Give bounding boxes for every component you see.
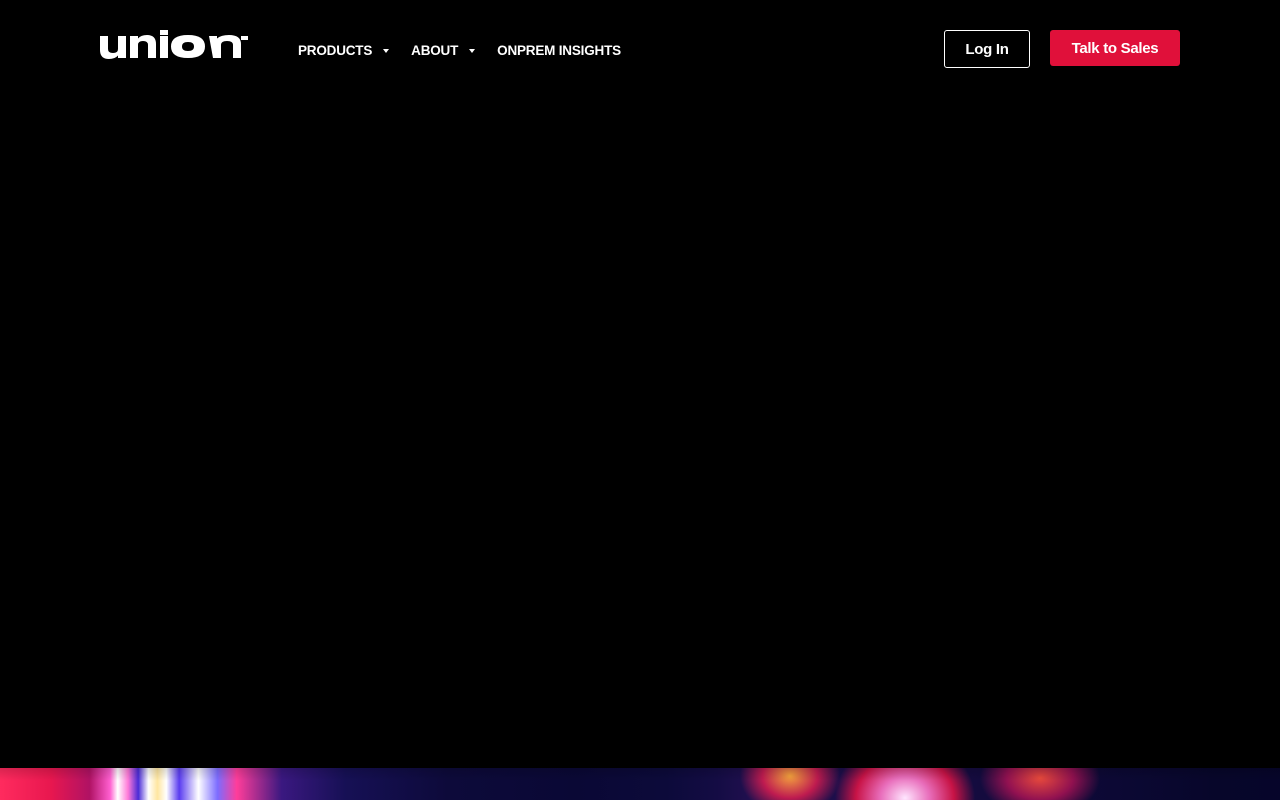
nav-item-onprem-insights[interactable]: ONPREM INSIGHTS [497,43,621,58]
site-header: PRODUCTS ABOUT ONPREM INSIGHTS Log In Ta… [0,0,1280,100]
talk-to-sales-button-label: Talk to Sales [1071,39,1159,57]
page: PRODUCTS ABOUT ONPREM INSIGHTS Log In Ta… [0,0,1280,800]
nav-item-about[interactable]: ABOUT [411,42,476,58]
nav-item-products[interactable]: PRODUCTS [298,42,390,58]
log-in-button-label: Log In [965,40,1009,58]
hero-image-overlay [0,768,1280,800]
main-nav: PRODUCTS ABOUT ONPREM INSIGHTS [298,40,621,60]
nav-item-products-label: PRODUCTS [298,42,373,58]
union-wordmark-logo-icon [100,30,248,59]
talk-to-sales-button[interactable]: Talk to Sales [1050,30,1180,66]
caret-down-icon [469,48,476,53]
union-logo[interactable] [100,30,250,62]
nav-item-about-label: ABOUT [411,42,459,58]
caret-down-icon [383,48,390,53]
hero-background-image [0,768,1280,800]
log-in-button[interactable]: Log In [944,30,1030,68]
nav-item-onprem-insights-label: ONPREM INSIGHTS [497,42,621,58]
